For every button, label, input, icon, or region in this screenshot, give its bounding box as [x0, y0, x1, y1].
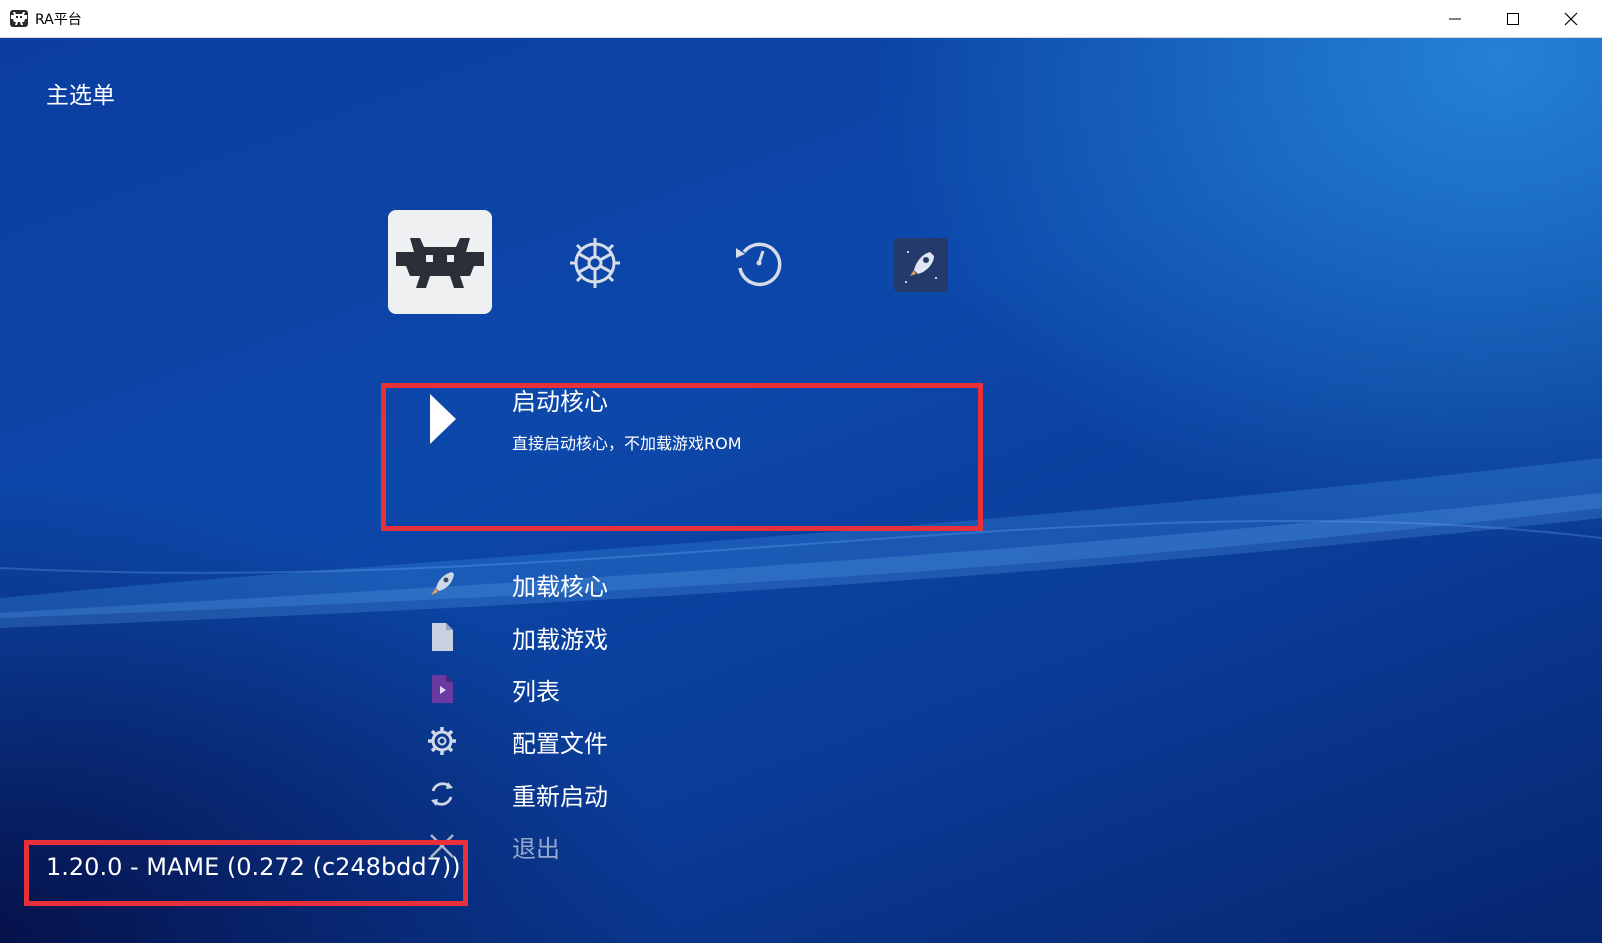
- tab-settings[interactable]: [550, 218, 640, 308]
- menu-item-playlists[interactable]: 列表: [420, 667, 980, 711]
- retroarch-main-view: 主选单 启动核心 直接启动核心，不加载游戏ROM 加载核心 加载游戏 列表 配置…: [0, 38, 1602, 943]
- gear-icon: [428, 727, 456, 755]
- tab-main-menu[interactable]: [388, 210, 492, 314]
- window-title: RA平台: [35, 12, 82, 28]
- menu-item-label: 重新启动: [512, 783, 608, 811]
- menu-item-start-core[interactable]: 启动核心: [512, 382, 608, 417]
- selected-item-highlight[interactable]: [381, 383, 983, 531]
- close-icon: [1564, 12, 1578, 26]
- menu-item-sublabel: 直接启动核心，不加载游戏ROM: [512, 434, 742, 453]
- play-icon: [430, 394, 456, 444]
- menu-item-label: 加载核心: [512, 573, 608, 601]
- retroarch-icon: [10, 10, 28, 27]
- minimize-icon: [1449, 18, 1461, 20]
- rocket-icon: [431, 572, 454, 595]
- restart-icon: [431, 782, 453, 806]
- maximize-icon: [1507, 13, 1519, 25]
- menu-item-restart[interactable]: 重新启动: [420, 772, 980, 816]
- tab-history[interactable]: [714, 218, 804, 308]
- core-version-label: 1.20.0 - MAME (0.272 (c248bdd7)): [46, 853, 461, 881]
- retroarch-icon: [396, 238, 484, 288]
- close-button[interactable]: [1542, 0, 1600, 37]
- page-title: 主选单: [46, 83, 115, 109]
- explore-rocket-icon: [905, 251, 937, 283]
- menu-item-label: 配置文件: [512, 730, 608, 758]
- window-titlebar: RA平台: [0, 0, 1602, 38]
- tab-explore[interactable]: [894, 238, 948, 292]
- menu-item-load-game[interactable]: 加载游戏: [420, 615, 980, 659]
- file-icon: [432, 623, 453, 651]
- menu-item-label: 加载游戏: [512, 626, 608, 654]
- playlist-icon: [432, 675, 453, 703]
- menu-item-load-core[interactable]: 加载核心: [420, 562, 980, 606]
- minimize-button[interactable]: [1426, 0, 1484, 37]
- settings-gear-icon: [570, 238, 620, 288]
- maximize-button[interactable]: [1484, 0, 1542, 37]
- menu-item-label: 退出: [512, 835, 560, 863]
- menu-item-quit[interactable]: 退出: [420, 824, 980, 868]
- menu-item-config-file[interactable]: 配置文件: [420, 719, 980, 763]
- menu-item-label: 列表: [512, 678, 560, 706]
- history-icon: [736, 242, 782, 287]
